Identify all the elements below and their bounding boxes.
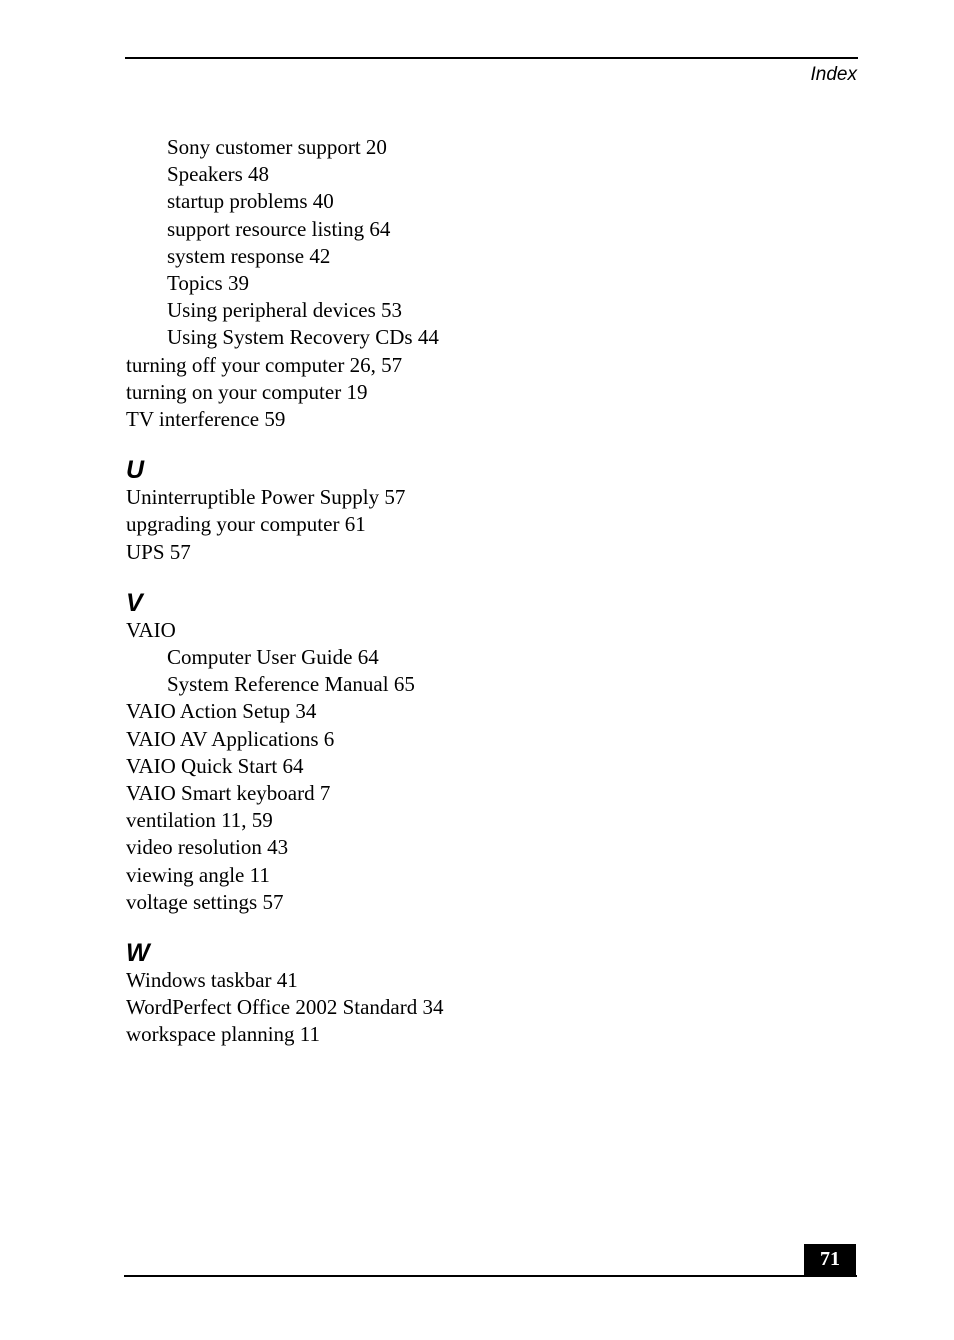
index-entry: VAIO Action Setup 34: [126, 699, 317, 724]
index-entry: Uninterruptible Power Supply 57: [126, 485, 406, 510]
index-entry: turning on your computer 19: [126, 379, 368, 404]
index-section-t-continued: Sony customer support 20 Speakers 48 sta…: [126, 134, 444, 433]
page-number: 71: [804, 1244, 856, 1276]
index-subentry: system response 42: [167, 243, 331, 268]
index-subentry: Sony customer support 20: [167, 135, 387, 159]
index-content: Sony customer support 20 Speakers 48 sta…: [126, 134, 444, 1049]
index-subentry: Topics 39: [167, 271, 249, 296]
index-entry: VAIO AV Applications 6: [126, 726, 335, 751]
index-subentry: Using System Recovery CDs 44: [167, 325, 439, 350]
section-letter-v: V: [126, 588, 143, 617]
section-letter-w: W: [126, 939, 150, 968]
section-letter-u: U: [126, 456, 145, 485]
index-entry: Windows taskbar 41: [126, 968, 298, 993]
footer-rule: [124, 1275, 857, 1277]
index-subentry: System Reference Manual 65: [167, 672, 415, 697]
index-subentry: Speakers 48: [167, 162, 270, 187]
index-entry: TV interference 59: [126, 407, 286, 432]
header-rule: [125, 57, 858, 59]
index-entry: VAIO Smart keyboard 7: [126, 781, 331, 806]
index-section-v: V VAIO Computer User Guide 64 System Ref…: [126, 589, 444, 916]
index-entry: viewing angle 11: [126, 862, 270, 887]
index-section-u: U Uninterruptible Power Supply 57 upgrad…: [126, 456, 444, 566]
index-entry: upgrading your computer 61: [126, 512, 366, 537]
index-entry: turning off your computer 26, 57: [126, 352, 403, 377]
index-entry: VAIO Quick Start 64: [126, 753, 304, 778]
index-section-w: W Windows taskbar 41 WordPerfect Office …: [126, 939, 444, 1049]
index-subentry: startup problems 40: [167, 189, 334, 214]
index-entry: UPS 57: [126, 539, 191, 564]
index-subentry: Using peripheral devices 53: [167, 298, 403, 323]
index-entry: VAIO: [126, 617, 176, 642]
index-entry: workspace planning 11: [126, 1022, 321, 1047]
index-entry: voltage settings 57: [126, 889, 284, 914]
running-head: Index: [810, 64, 857, 85]
index-entry: ventilation 11, 59: [126, 808, 273, 833]
index-subentry: Computer User Guide 64: [167, 645, 379, 670]
index-entry: video resolution 43: [126, 835, 289, 860]
index-subentry: support resource listing 64: [167, 216, 391, 241]
index-entry: WordPerfect Office 2002 Standard 34: [126, 995, 444, 1020]
